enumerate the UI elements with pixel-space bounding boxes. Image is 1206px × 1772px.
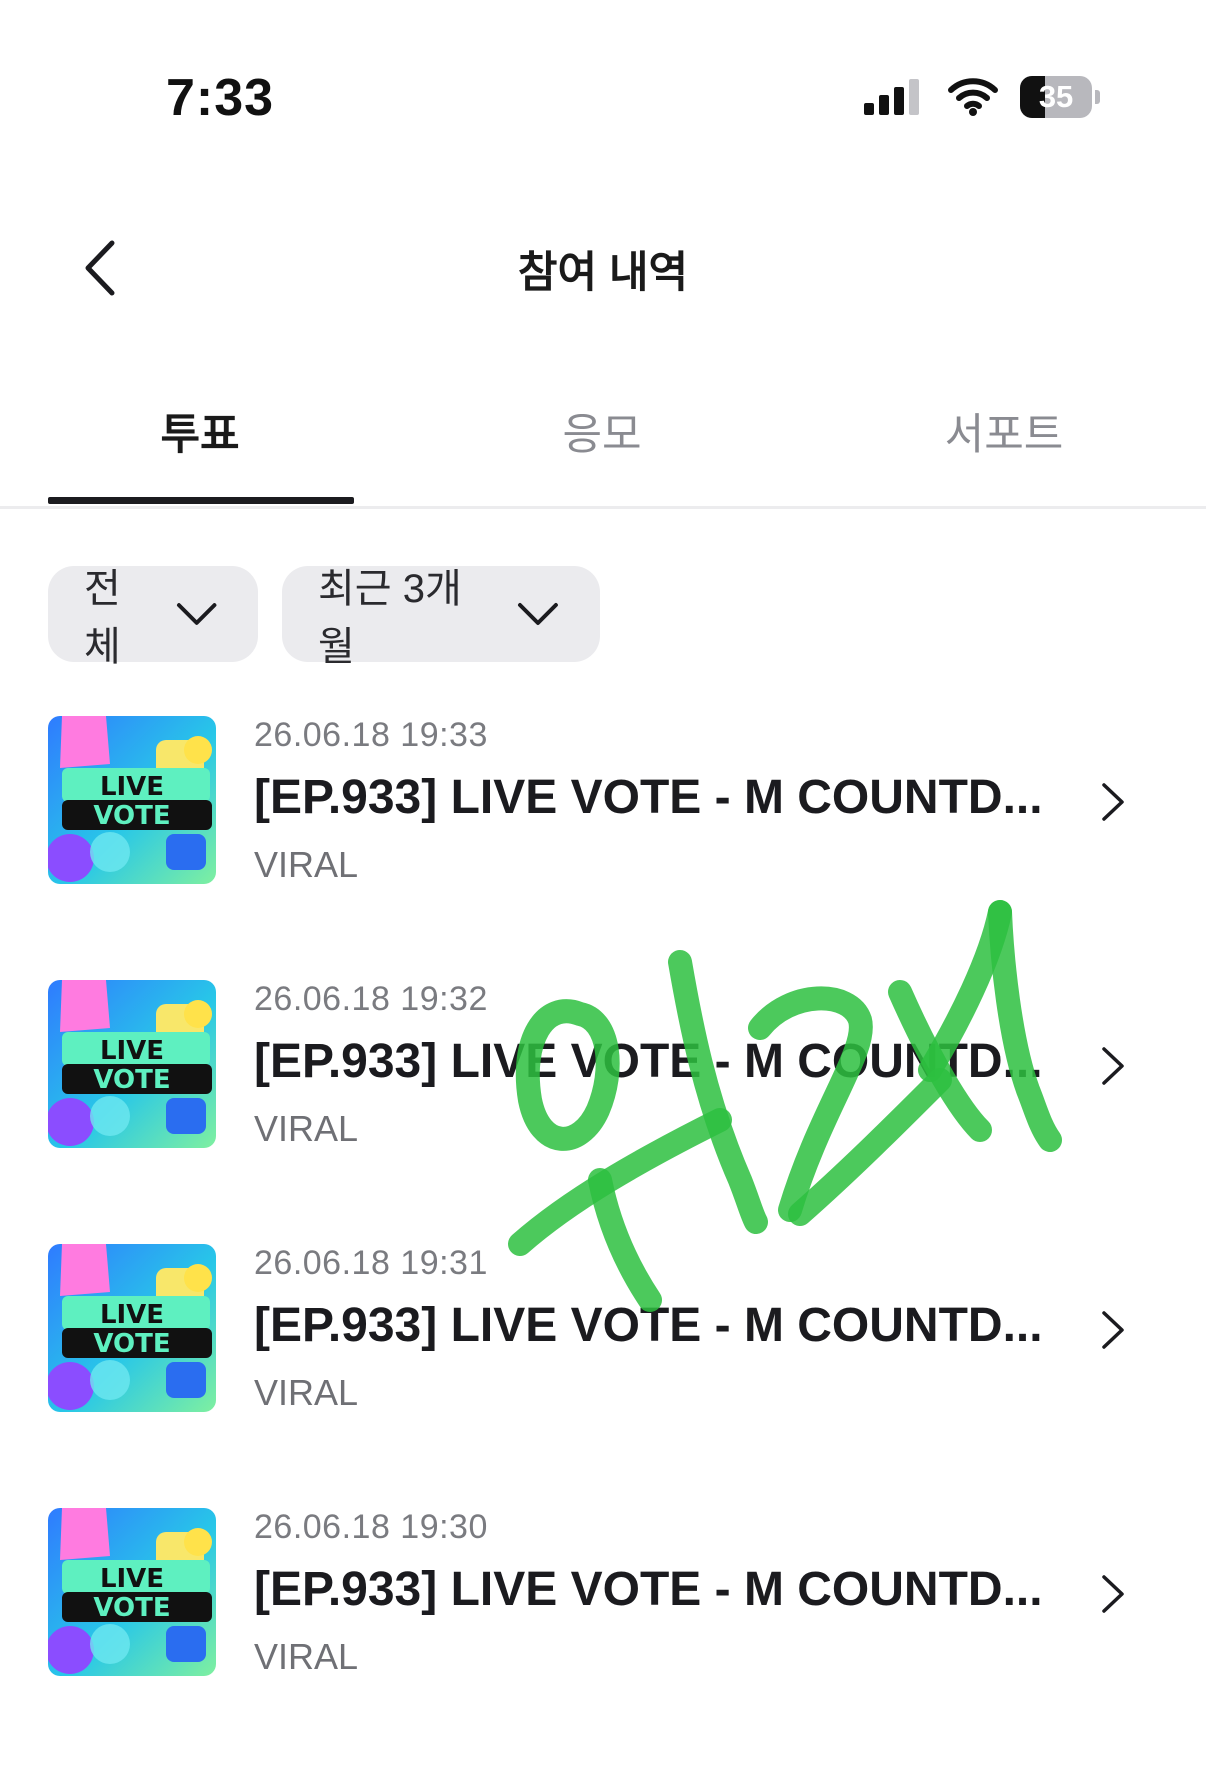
thumb-text-live: LIVE <box>100 1300 164 1330</box>
battery-body: 35 <box>1020 76 1093 118</box>
thumb-text-vote: VOTE <box>93 801 170 831</box>
vote-artist: VIRAL <box>254 1636 359 1677</box>
vote-date: 26.06.18 19:30 <box>254 1508 488 1546</box>
live-vote-thumbnail: LIVE VOTE <box>48 1244 216 1412</box>
battery-tip <box>1095 90 1100 104</box>
battery-icon: 35 <box>1020 76 1100 118</box>
thumb-text-live: LIVE <box>100 772 164 802</box>
status-bar: 7:33 35 <box>0 0 1206 140</box>
chevron-down-icon <box>518 603 559 625</box>
vote-list-item[interactable]: LIVE VOTE 26.06.18 19:31 [EP.933] LIVE V… <box>48 1244 1158 1508</box>
chevron-right-icon <box>1102 1047 1124 1085</box>
tab-indicator <box>48 497 354 504</box>
vote-artist: VIRAL <box>254 1372 359 1413</box>
vote-list-item[interactable]: LIVE VOTE 26.06.18 19:33 [EP.933] LIVE V… <box>48 716 1158 980</box>
vote-title: [EP.933] LIVE VOTE - M COUNTD... <box>254 1035 1043 1088</box>
filter-period-label: 최근 3개월 <box>318 567 462 669</box>
tab-bar: 투표 응모 서포트 <box>0 370 1206 509</box>
live-vote-thumbnail: LIVE VOTE <box>48 1508 216 1676</box>
filter-type-dropdown[interactable]: 전체 <box>48 566 258 669</box>
thumb-text-live: LIVE <box>100 1564 164 1594</box>
signal-icon <box>864 79 919 115</box>
thumb-text-vote: VOTE <box>93 1329 170 1359</box>
chevron-right-icon <box>1102 1311 1124 1349</box>
thumb-text-vote: VOTE <box>93 1593 170 1623</box>
battery-level: 35 <box>1038 79 1074 114</box>
tab-support[interactable]: 서포트 <box>844 400 1164 462</box>
status-icons: 35 <box>864 74 1100 120</box>
status-time: 7:33 <box>166 69 275 127</box>
vote-list-item[interactable]: LIVE VOTE 26.06.18 19:32 [EP.933] LIVE V… <box>48 980 1158 1244</box>
vote-title: [EP.933] LIVE VOTE - M COUNTD... <box>254 1299 1043 1352</box>
page-title: 참여 내역 <box>517 249 689 297</box>
vote-date: 26.06.18 19:32 <box>254 980 488 1018</box>
vote-title: [EP.933] LIVE VOTE - M COUNTD... <box>254 771 1043 824</box>
live-vote-thumbnail: LIVE VOTE <box>48 980 216 1148</box>
vote-list-item[interactable]: LIVE VOTE 26.06.18 19:30 [EP.933] LIVE V… <box>48 1508 1158 1772</box>
filter-type-label: 전체 <box>84 567 121 669</box>
vote-date: 26.06.18 19:31 <box>254 1244 488 1282</box>
filter-period-dropdown[interactable]: 최근 3개월 <box>282 566 600 669</box>
filter-bar: 전체 최근 3개월 <box>48 566 624 669</box>
chevron-right-icon <box>1102 783 1124 821</box>
nav-header: 참여 내역 <box>0 210 1206 330</box>
wifi-icon <box>948 78 998 116</box>
vote-artist: VIRAL <box>254 1108 359 1149</box>
tab-entry[interactable]: 응모 <box>442 400 762 462</box>
vote-list: LIVE VOTE 26.06.18 19:33 [EP.933] LIVE V… <box>48 716 1158 1772</box>
chevron-down-icon <box>176 603 217 625</box>
live-vote-thumbnail: LIVE VOTE <box>48 716 216 884</box>
thumb-text-vote: VOTE <box>93 1065 170 1095</box>
vote-title: [EP.933] LIVE VOTE - M COUNTD... <box>254 1563 1043 1616</box>
chevron-right-icon <box>1102 1575 1124 1613</box>
vote-date: 26.06.18 19:33 <box>254 716 488 754</box>
tab-vote[interactable]: 투표 <box>40 400 360 462</box>
thumb-text-live: LIVE <box>100 1036 164 1066</box>
vote-artist: VIRAL <box>254 844 359 885</box>
